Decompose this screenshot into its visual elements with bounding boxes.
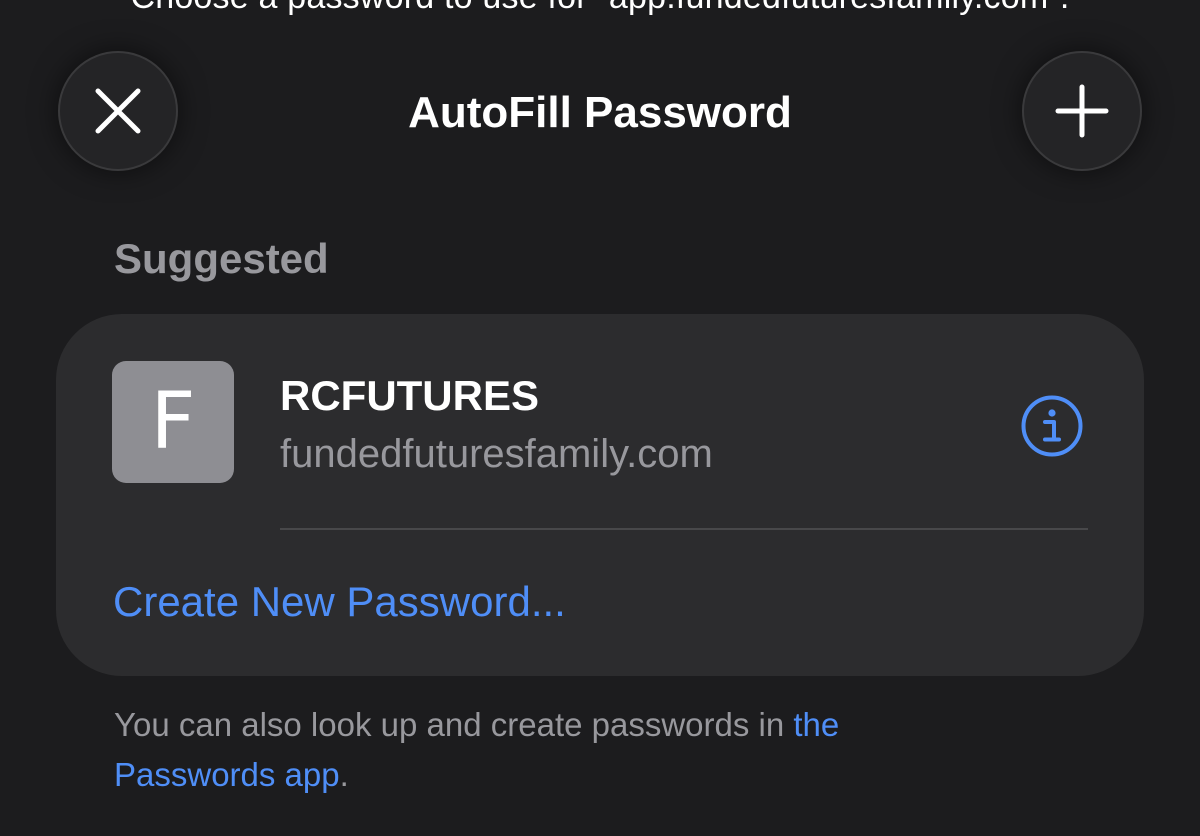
footer-text: You can also look up and create password…: [114, 706, 794, 743]
footer-end: .: [339, 756, 349, 793]
info-button[interactable]: [1020, 394, 1084, 458]
plus-icon: [1055, 84, 1109, 138]
footer-note: You can also look up and create password…: [114, 700, 994, 800]
entry-domain: fundedfuturesfamily.com: [280, 432, 713, 476]
suggested-card: F RCFUTURES fundedfuturesfamily.com Crea…: [56, 314, 1144, 676]
create-new-password-button[interactable]: Create New Password...: [113, 578, 566, 626]
info-icon: [1021, 395, 1083, 457]
add-button[interactable]: [1022, 51, 1142, 171]
row-divider: [280, 528, 1088, 530]
top-prompt: Choose a password to use for “app.funded…: [0, 0, 1200, 17]
sheet-title: AutoFill Password: [408, 88, 792, 137]
site-avatar: F: [112, 361, 234, 483]
entry-title: RCFUTURES: [280, 372, 539, 419]
section-label-suggested: Suggested: [114, 235, 329, 282]
